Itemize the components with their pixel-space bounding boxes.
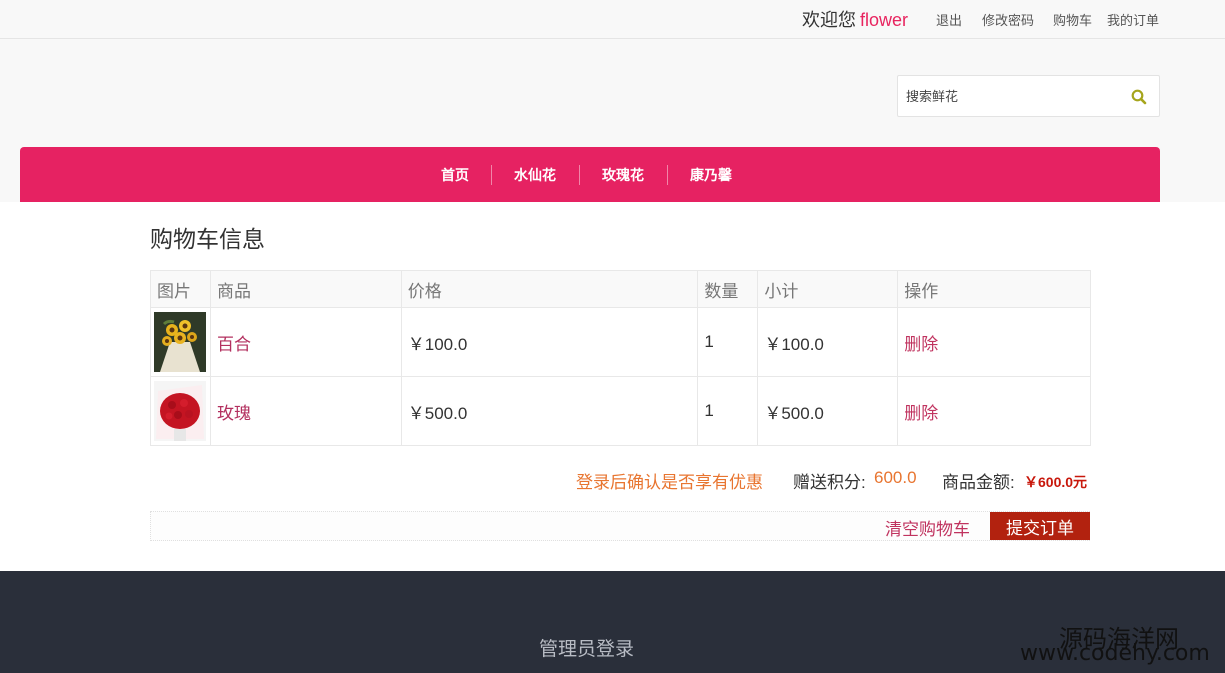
change-password-link[interactable]: 修改密码 bbox=[982, 10, 1034, 29]
points-label: 赠送积分: bbox=[793, 473, 866, 492]
welcome-message: 欢迎您 flower bbox=[802, 6, 908, 32]
clear-cart-link[interactable]: 清空购物车 bbox=[885, 515, 970, 540]
footer: 管理员登录 源码海洋网 www.codehy.com bbox=[0, 571, 1225, 673]
logout-link[interactable]: 退出 bbox=[936, 10, 962, 29]
page-title: 购物车信息 bbox=[150, 226, 265, 252]
amount-label: 商品金额: bbox=[942, 473, 1015, 492]
column-header-subtotal: 小计 bbox=[757, 270, 899, 308]
username: flower bbox=[860, 10, 909, 30]
main-nav: 首页 水仙花 玫瑰花 康乃馨 bbox=[20, 147, 1160, 202]
product-name-link[interactable]: 百合 bbox=[217, 335, 251, 354]
search-icon[interactable] bbox=[1130, 88, 1148, 106]
subtotal-cell: ￥500.0 bbox=[757, 376, 899, 446]
amount-value: ￥600.0元 bbox=[1024, 474, 1088, 490]
column-header-image: 图片 bbox=[150, 270, 211, 308]
cart-link[interactable]: 购物车 bbox=[1053, 10, 1092, 29]
table-row: 百合 ￥100.0 1 ￥100.0 删除 bbox=[150, 307, 1091, 377]
quantity-cell: 1 bbox=[697, 376, 759, 446]
nav-item-home[interactable]: 首页 bbox=[441, 165, 469, 185]
product-image-cell bbox=[150, 376, 211, 446]
action-cell: 删除 bbox=[897, 307, 1091, 377]
cart-section: 购物车信息 图片 商品 价格 数量 小计 操作 百合 ￥100.0 1 ￥100… bbox=[0, 202, 1225, 571]
welcome-text: 欢迎您 bbox=[802, 10, 856, 30]
promo-notice: 登录后确认是否享有优惠 bbox=[576, 473, 763, 492]
delete-link[interactable]: 删除 bbox=[904, 335, 938, 354]
nav-divider bbox=[667, 165, 668, 185]
search-box bbox=[897, 75, 1160, 117]
action-cell: 删除 bbox=[897, 376, 1091, 446]
product-name-cell: 玫瑰 bbox=[209, 376, 402, 446]
table-header-row: 图片 商品 价格 数量 小计 操作 bbox=[150, 270, 1091, 308]
nav-divider bbox=[579, 165, 580, 185]
points-value: 600.0 bbox=[874, 468, 917, 487]
quantity-cell: 1 bbox=[697, 307, 759, 377]
nav-divider bbox=[491, 165, 492, 185]
table-row: 玫瑰 ￥500.0 1 ￥500.0 删除 bbox=[150, 376, 1091, 446]
column-header-product: 商品 bbox=[209, 270, 402, 308]
submit-order-button[interactable]: 提交订单 bbox=[990, 512, 1090, 540]
my-orders-link[interactable]: 我的订单 bbox=[1107, 10, 1159, 29]
column-header-price: 价格 bbox=[400, 270, 699, 308]
nav-item-carnation[interactable]: 康乃馨 bbox=[690, 165, 732, 185]
product-name-link[interactable]: 玫瑰 bbox=[217, 404, 251, 423]
search-input[interactable] bbox=[906, 84, 1116, 108]
admin-login-link[interactable]: 管理员登录 bbox=[539, 634, 634, 661]
nav-item-rose[interactable]: 玫瑰花 bbox=[602, 165, 644, 185]
nav-item-narcissus[interactable]: 水仙花 bbox=[514, 165, 556, 185]
top-bar: 欢迎您 flower 退出 修改密码 购物车 我的订单 bbox=[0, 0, 1225, 39]
red-rose-bouquet-image[interactable] bbox=[154, 381, 206, 441]
product-name-cell: 百合 bbox=[209, 307, 402, 377]
column-header-action: 操作 bbox=[897, 270, 1091, 308]
price-cell: ￥500.0 bbox=[400, 376, 699, 446]
column-header-quantity: 数量 bbox=[697, 270, 759, 308]
watermark-url: www.codehy.com bbox=[1020, 641, 1210, 666]
sunflower-bouquet-image[interactable] bbox=[154, 312, 206, 372]
cart-table: 图片 商品 价格 数量 小计 操作 百合 ￥100.0 1 ￥100.0 删除 … bbox=[150, 270, 1091, 446]
subtotal-cell: ￥100.0 bbox=[757, 307, 899, 377]
product-image-cell bbox=[150, 307, 211, 377]
delete-link[interactable]: 删除 bbox=[904, 404, 938, 423]
price-cell: ￥100.0 bbox=[400, 307, 699, 377]
